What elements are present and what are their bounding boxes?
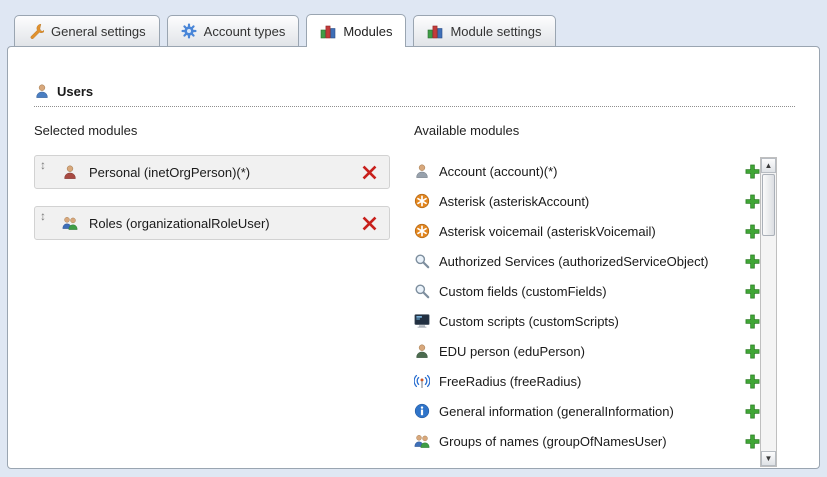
available-module-label: Account (account)(*) xyxy=(439,164,745,179)
available-module-row: Asterisk voicemail (asteriskVoicemail) xyxy=(414,216,760,246)
add-module-button[interactable] xyxy=(745,224,760,239)
scrollbar-track[interactable] xyxy=(761,173,776,451)
available-module-label: FreeRadius (freeRadius) xyxy=(439,374,745,389)
add-module-button[interactable] xyxy=(745,434,760,449)
drag-handle-icon[interactable]: ↕ xyxy=(40,156,46,171)
magnifier-icon xyxy=(414,283,430,299)
selected-modules-column: Selected modules ↕ Personal (inetOrgPers… xyxy=(34,123,390,456)
plus-icon xyxy=(745,404,760,419)
edu-person-icon xyxy=(414,343,430,359)
plus-icon xyxy=(745,314,760,329)
modules-columns: Selected modules ↕ Personal (inetOrgPers… xyxy=(34,123,819,456)
selected-module-row[interactable]: ↕ Personal (inetOrgPerson)(*) xyxy=(34,155,390,189)
scrollbar-thumb[interactable] xyxy=(762,174,775,236)
available-module-label: Custom scripts (customScripts) xyxy=(439,314,745,329)
add-module-button[interactable] xyxy=(745,254,760,269)
person-icon xyxy=(62,164,78,180)
available-module-label: Asterisk (asteriskAccount) xyxy=(439,194,745,209)
terminal-icon xyxy=(414,313,430,329)
available-module-row: Custom fields (customFields) xyxy=(414,276,760,306)
section-title: Users xyxy=(57,84,93,99)
badge-gear-icon xyxy=(181,23,197,39)
available-module-row: General information (generalInformation) xyxy=(414,396,760,426)
add-module-button[interactable] xyxy=(745,404,760,419)
available-module-label: Custom fields (customFields) xyxy=(439,284,745,299)
scroll-down-button[interactable]: ▼ xyxy=(761,451,776,466)
tab-label: Account types xyxy=(204,24,286,39)
tab-module-settings[interactable]: Module settings xyxy=(413,15,555,46)
available-module-row: Groups of names (groupOfNamesUser) xyxy=(414,426,760,456)
content-panel: Users Selected modules ↕ Personal (inetO… xyxy=(7,46,820,469)
add-module-button[interactable] xyxy=(745,284,760,299)
selected-module-label: Roles (organizationalRoleUser) xyxy=(89,216,270,231)
modules-icon xyxy=(427,23,443,39)
plus-icon xyxy=(745,434,760,449)
available-module-row: Account (account)(*) xyxy=(414,156,760,186)
add-module-button[interactable] xyxy=(745,344,760,359)
available-module-label: Authorized Services (authorizedServiceOb… xyxy=(439,254,745,269)
asterisk-icon xyxy=(414,193,430,209)
available-module-label: General information (generalInformation) xyxy=(439,404,745,419)
group-icon xyxy=(62,215,78,231)
selected-module-label: Personal (inetOrgPerson)(*) xyxy=(89,165,250,180)
delete-x-icon xyxy=(362,165,377,180)
available-module-row: FreeRadius (freeRadius) xyxy=(414,366,760,396)
scrollbar[interactable]: ▲ ▼ xyxy=(760,157,777,467)
tab-label: Module settings xyxy=(450,24,541,39)
available-modules-list: Account (account)(*) Asterisk (asteriskA… xyxy=(414,156,760,456)
plus-icon xyxy=(745,254,760,269)
info-icon xyxy=(414,403,430,419)
available-modules-heading: Available modules xyxy=(414,123,819,138)
add-module-button[interactable] xyxy=(745,164,760,179)
selected-modules-heading: Selected modules xyxy=(34,123,390,138)
person-icon xyxy=(414,163,430,179)
section-header: Users xyxy=(34,83,795,107)
plus-icon xyxy=(745,194,760,209)
up-arrow-icon: ▲ xyxy=(765,161,773,170)
tab-modules[interactable]: Modules xyxy=(306,14,406,47)
remove-module-button[interactable] xyxy=(362,165,377,180)
available-module-row: EDU person (eduPerson) xyxy=(414,336,760,366)
available-module-row: Custom scripts (customScripts) xyxy=(414,306,760,336)
remove-module-button[interactable] xyxy=(362,216,377,231)
group-icon xyxy=(414,433,430,449)
wrench-icon xyxy=(28,23,44,39)
tab-general-settings[interactable]: General settings xyxy=(14,15,160,46)
add-module-button[interactable] xyxy=(745,374,760,389)
add-module-button[interactable] xyxy=(745,194,760,209)
add-module-button[interactable] xyxy=(745,314,760,329)
available-module-row: Authorized Services (authorizedServiceOb… xyxy=(414,246,760,276)
drag-handle-icon[interactable]: ↕ xyxy=(40,207,46,222)
available-module-label: Asterisk voicemail (asteriskVoicemail) xyxy=(439,224,745,239)
plus-icon xyxy=(745,344,760,359)
plus-icon xyxy=(745,284,760,299)
tab-bar: General settings Account types Modules M… xyxy=(0,0,827,46)
tab-account-types[interactable]: Account types xyxy=(167,15,300,46)
available-module-label: EDU person (eduPerson) xyxy=(439,344,745,359)
selected-module-row[interactable]: ↕ Roles (organizationalRoleUser) xyxy=(34,206,390,240)
modules-icon xyxy=(320,23,336,39)
delete-x-icon xyxy=(362,216,377,231)
plus-icon xyxy=(745,224,760,239)
tab-label: General settings xyxy=(51,24,146,39)
plus-icon xyxy=(745,164,760,179)
scroll-up-button[interactable]: ▲ xyxy=(761,158,776,173)
plus-icon xyxy=(745,374,760,389)
down-arrow-icon: ▼ xyxy=(765,454,773,463)
available-module-label: Groups of names (groupOfNamesUser) xyxy=(439,434,745,449)
magnifier-icon xyxy=(414,253,430,269)
antenna-icon xyxy=(414,373,430,389)
available-modules-column: Available modules Account (account)(*) A… xyxy=(414,123,819,456)
available-module-row: Asterisk (asteriskAccount) xyxy=(414,186,760,216)
tab-label: Modules xyxy=(343,24,392,39)
asterisk-icon xyxy=(414,223,430,239)
user-icon xyxy=(34,83,50,99)
